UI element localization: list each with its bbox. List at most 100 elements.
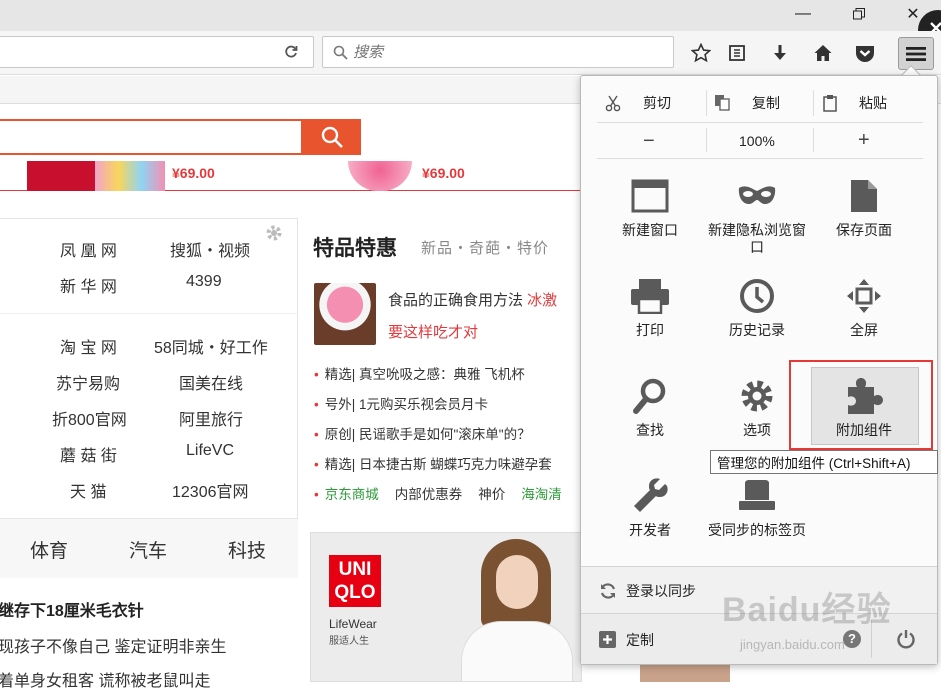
pocket-icon bbox=[856, 46, 874, 62]
site-search-input[interactable] bbox=[0, 119, 303, 155]
divider bbox=[597, 158, 923, 159]
save-page-button[interactable]: 保存页面 bbox=[811, 174, 917, 239]
headline-link[interactable]: 着单身女租客 谎称被老鼠叫走 bbox=[0, 667, 210, 691]
help-icon[interactable]: ? bbox=[843, 630, 861, 648]
addons-tooltip: 管理您的附加组件 (Ctrl+Shift+A) bbox=[710, 450, 938, 474]
site-link[interactable]: 天 猫 bbox=[70, 478, 106, 502]
url-bar[interactable] bbox=[0, 36, 314, 68]
shop-link[interactable]: 海淘清 bbox=[521, 483, 562, 503]
divider bbox=[813, 90, 814, 116]
new-window-label: 新建窗口 bbox=[622, 222, 678, 238]
restore-icon bbox=[853, 8, 865, 20]
feature-title[interactable]: 食品的正确食用方法 冰激 bbox=[388, 289, 557, 310]
search-input[interactable] bbox=[353, 42, 653, 62]
fullscreen-label: 全屏 bbox=[850, 322, 878, 338]
headline-link[interactable]: 继存下18厘米毛衣针 bbox=[0, 597, 144, 621]
private-mask-icon bbox=[738, 186, 776, 204]
cut-button[interactable]: 剪切 bbox=[605, 93, 671, 113]
zoom-in-button[interactable]: + bbox=[858, 129, 870, 152]
fullscreen-icon bbox=[847, 279, 881, 313]
uniqlo-ad[interactable]: UNI QLO LifeWear 服适人生 bbox=[310, 532, 582, 682]
history-button[interactable]: 历史记录 bbox=[704, 274, 810, 339]
wrench-icon bbox=[634, 478, 668, 512]
home-button[interactable] bbox=[808, 38, 838, 68]
downloads-button[interactable] bbox=[765, 38, 795, 68]
bookmark-star-button[interactable] bbox=[686, 38, 716, 68]
customize-button[interactable]: 定制 bbox=[581, 614, 691, 664]
promo-price: ¥69.00 bbox=[172, 165, 215, 181]
pocket-button[interactable] bbox=[850, 38, 880, 68]
site-link[interactable]: 搜狐・视频 bbox=[170, 237, 250, 261]
site-link[interactable]: 淘 宝 网 bbox=[60, 334, 117, 358]
customize-label: 定制 bbox=[626, 632, 654, 648]
plus-box-icon bbox=[599, 631, 616, 648]
news-item[interactable]: • 精选| 真空吮吸之感：典雅 飞机杯 bbox=[314, 363, 525, 383]
site-link[interactable]: 新 华 网 bbox=[60, 273, 117, 297]
tab-sports[interactable]: 体育 bbox=[30, 536, 68, 563]
headline-link[interactable]: 现孩子不像自己 鉴定证明非亲生 bbox=[0, 633, 226, 657]
minimize-button[interactable]: — bbox=[780, 0, 826, 28]
gear-icon bbox=[741, 380, 773, 412]
new-window-button[interactable]: 新建窗口 bbox=[597, 174, 703, 239]
sync-label: 登录以同步 bbox=[626, 583, 696, 599]
feature-subtitle[interactable]: 要这样吃才对 bbox=[388, 321, 478, 342]
site-link[interactable]: 苏宁易购 bbox=[56, 370, 120, 394]
divider bbox=[0, 313, 298, 314]
power-icon[interactable] bbox=[896, 629, 916, 649]
gear-icon[interactable] bbox=[264, 223, 284, 243]
restore-button[interactable] bbox=[836, 0, 882, 28]
tab-autos[interactable]: 汽车 bbox=[129, 536, 167, 563]
copy-button[interactable]: 复制 bbox=[714, 93, 780, 113]
promo-price: ¥69.00 bbox=[422, 165, 465, 181]
open-menu-button[interactable] bbox=[898, 37, 934, 70]
paste-button[interactable]: 粘贴 bbox=[821, 93, 887, 113]
news-item[interactable]: • 原创| 民谣歌手是如何"滚床单"的？ bbox=[314, 423, 531, 443]
search-bar[interactable] bbox=[322, 36, 674, 68]
site-link[interactable]: 58同城・好工作 bbox=[154, 334, 268, 358]
bookmarks-list-icon bbox=[729, 45, 745, 61]
sync-icon bbox=[600, 583, 616, 599]
site-link[interactable]: 蘑 菇 街 bbox=[60, 442, 117, 466]
reading-list-button[interactable] bbox=[722, 38, 752, 68]
site-link[interactable]: 4399 bbox=[186, 273, 222, 291]
printer-icon bbox=[631, 279, 669, 314]
zoom-reset-button[interactable]: 100% bbox=[739, 133, 775, 149]
promo-image bbox=[27, 161, 95, 191]
tab-tech[interactable]: 科技 bbox=[228, 536, 266, 563]
model-shirt bbox=[461, 621, 573, 681]
feature-title-text: 食品的正确食用方法 bbox=[388, 292, 528, 309]
addons-highlight-box bbox=[789, 360, 933, 450]
copy-icon bbox=[715, 95, 730, 111]
minimize-icon: — bbox=[795, 5, 811, 22]
synced-tabs-button[interactable]: 受同步的标签页 bbox=[704, 474, 810, 539]
find-button[interactable]: 查找 bbox=[597, 374, 703, 439]
news-item[interactable]: • 精选| 日本捷古斯 蝴蝶巧克力味避孕套 bbox=[314, 453, 552, 473]
site-link[interactable]: 折800官网 bbox=[52, 406, 127, 430]
developer-button[interactable]: 开发者 bbox=[597, 474, 703, 539]
zoom-out-button[interactable]: − bbox=[643, 130, 655, 153]
divider bbox=[597, 122, 923, 123]
ad-tagline-cn: 服适人生 bbox=[329, 636, 369, 647]
divider bbox=[706, 90, 707, 116]
promo-banner[interactable]: ¥69.00 ¥69.00 bbox=[0, 161, 580, 191]
print-button[interactable]: 打印 bbox=[597, 274, 703, 339]
shop-link[interactable]: 京东商城 bbox=[325, 487, 379, 502]
shop-link[interactable]: 内部优惠券 bbox=[395, 483, 463, 503]
site-link[interactable]: 12306官网 bbox=[172, 478, 249, 502]
site-link[interactable]: 凤 凰 网 bbox=[60, 237, 117, 261]
shop-links: • 京东商城 内部优惠券 神价 海淘清 bbox=[314, 483, 562, 503]
ad-tagline: LifeWear bbox=[329, 617, 377, 631]
promo-image bbox=[348, 161, 412, 191]
site-search-button[interactable] bbox=[303, 119, 361, 155]
site-link[interactable]: LifeVC bbox=[186, 442, 234, 460]
site-link[interactable]: 阿里旅行 bbox=[179, 406, 243, 430]
scissors-icon bbox=[605, 95, 621, 112]
site-link[interactable]: 国美在线 bbox=[179, 370, 243, 394]
new-private-window-button[interactable]: 新建隐私浏览窗口 bbox=[704, 174, 810, 256]
shop-link[interactable]: 神价 bbox=[478, 483, 505, 503]
fullscreen-button[interactable]: 全屏 bbox=[811, 274, 917, 339]
divider bbox=[706, 128, 707, 152]
feature-thumbnail[interactable] bbox=[314, 283, 376, 345]
reload-icon[interactable] bbox=[283, 44, 299, 60]
news-item[interactable]: • 号外| 1元购买乐视会员月卡 bbox=[314, 393, 488, 413]
